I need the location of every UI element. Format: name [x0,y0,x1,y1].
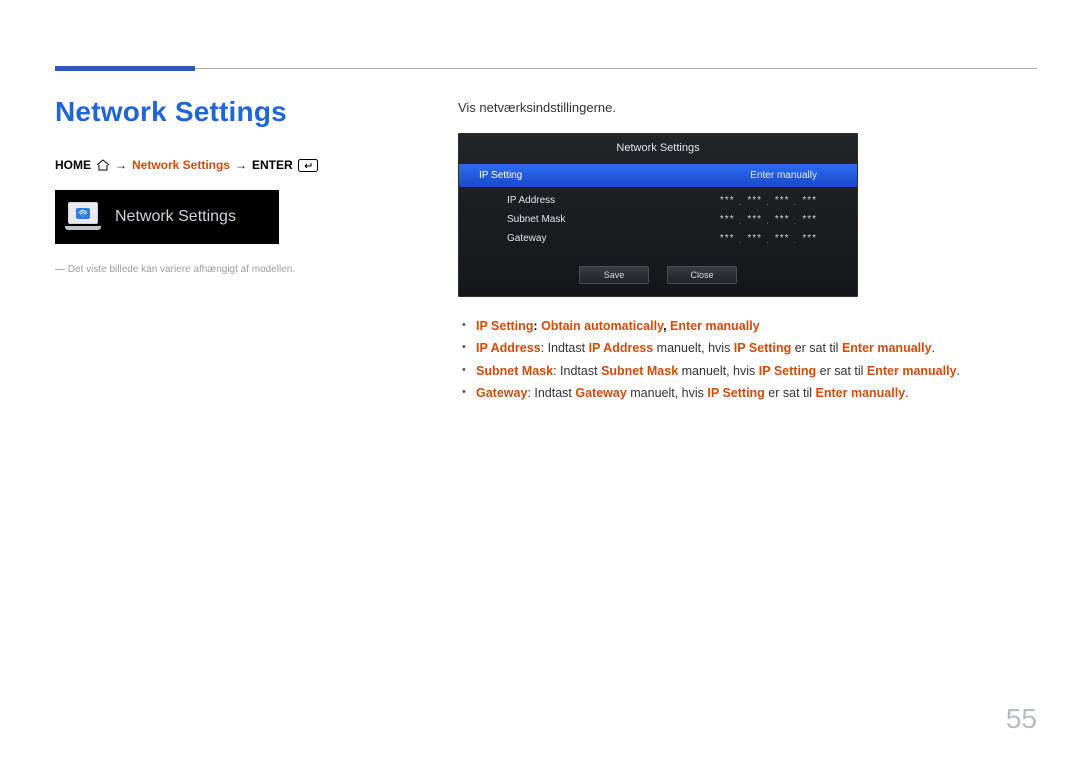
panel-title: Network Settings [459,134,857,164]
left-column: Network Settings HOME → Network Settings… [55,96,385,275]
close-button[interactable]: Close [667,266,737,284]
home-icon [96,159,110,171]
panel-row-label: IP Setting [479,170,522,181]
breadcrumb-step: Network Settings [132,158,230,172]
panel-row-label: Subnet Mask [507,214,565,225]
arrow-icon: → [115,158,127,172]
list-item: IP Address: Indtast IP Address manuelt, … [458,339,1018,358]
settings-panel: Network Settings IP Setting Enter manual… [458,133,858,297]
arrow-icon: → [235,158,247,172]
bullet-list: IP Setting: Obtain automatically, Enter … [458,317,1018,404]
page-accent [55,66,195,71]
page-number: 55 [1006,703,1037,735]
panel-row-subnet-mask[interactable]: Subnet Mask ************ [459,210,857,229]
right-column: Vis netværksindstillingerne. Network Set… [458,100,1018,407]
panel-row-gateway[interactable]: Gateway ************ [459,229,857,248]
list-item: Gateway: Indtast Gateway manuelt, hvis I… [458,384,1018,403]
list-item: IP Setting: Obtain automatically, Enter … [458,317,1018,336]
enter-icon [298,159,318,172]
panel-row-value: Enter manually [750,170,817,181]
panel-row-ip-address[interactable]: IP Address ************ [459,191,857,210]
panel-row-ip-setting[interactable]: IP Setting Enter manually [459,164,857,187]
panel-buttons: Save Close [459,266,857,284]
panel-row-label: Gateway [507,233,546,244]
disclaimer-text: Det viste billede kan variere afhængigt … [55,264,385,275]
panel-row-value: ************ [720,233,817,244]
feature-thumbnail: Network Settings [55,190,279,244]
save-button[interactable]: Save [579,266,649,284]
intro-text: Vis netværksindstillingerne. [458,100,1018,115]
breadcrumb-enter: ENTER [252,158,293,172]
panel-row-label: IP Address [507,195,555,206]
thumbnail-title: Network Settings [115,208,236,226]
breadcrumb-home: HOME [55,158,91,172]
page-title: Network Settings [55,96,385,128]
panel-row-value: ************ [720,195,817,206]
panel-row-value: ************ [720,214,817,225]
wifi-icon [76,208,90,219]
breadcrumb: HOME → Network Settings → ENTER [55,158,385,172]
list-item: Subnet Mask: Indtast Subnet Mask manuelt… [458,362,1018,381]
laptop-icon [65,202,101,232]
page-divider [55,68,1037,69]
